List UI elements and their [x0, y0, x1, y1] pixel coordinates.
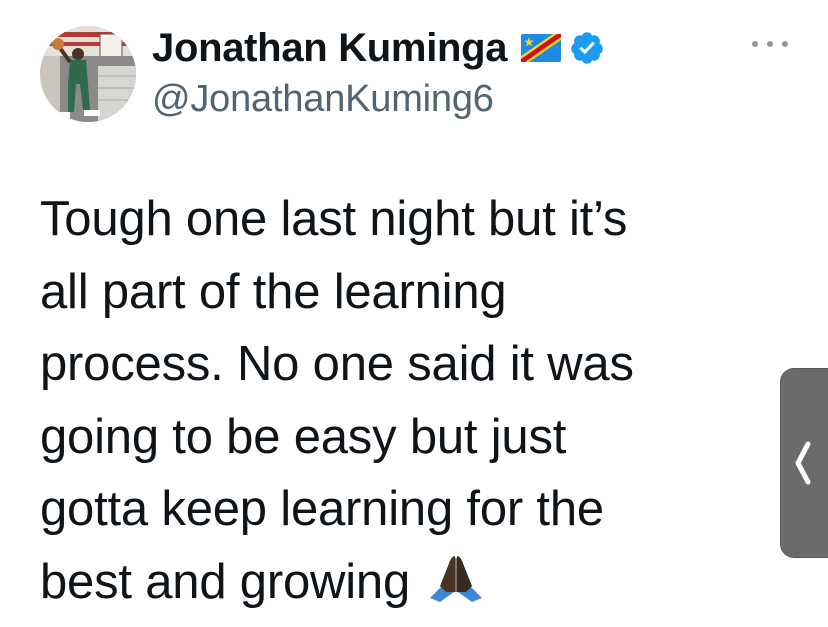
author-name-row[interactable]: Jonathan Kuminga	[152, 24, 605, 72]
drc-flag-icon	[521, 34, 562, 62]
tweet-text-last-line: best and growing	[40, 546, 760, 619]
tweet-text-line: best and growing	[40, 554, 410, 609]
tweet-text-line: all part of the learning	[40, 264, 507, 319]
avatar[interactable]	[40, 26, 136, 122]
side-panel-tab[interactable]	[780, 368, 828, 558]
author-handle[interactable]: @JonathanKuming6	[152, 78, 494, 121]
tweet-text: Tough one last night but it’s all part o…	[40, 183, 760, 618]
display-name[interactable]: Jonathan Kuminga	[152, 26, 508, 71]
verified-badge-icon	[569, 30, 605, 66]
more-options-icon[interactable]	[752, 30, 788, 58]
chevron-left-icon	[795, 441, 811, 485]
tweet-text-line: going to be easy but just	[40, 409, 567, 464]
tweet-card: Jonathan Kuminga @JonathanKuming6 Tough …	[0, 0, 828, 627]
tweet-text-line: process. No one said it was	[40, 337, 634, 391]
avatar-photo	[40, 26, 136, 122]
praying-hands-icon	[426, 550, 486, 602]
tweet-text-line: Tough one last night but it’s	[40, 192, 628, 246]
tweet-text-line: gotta keep learning for the	[40, 482, 604, 536]
